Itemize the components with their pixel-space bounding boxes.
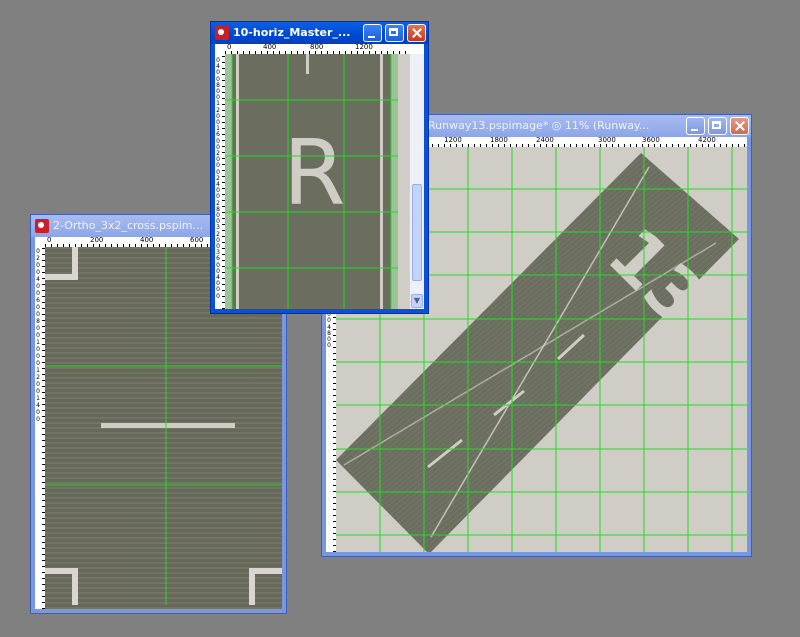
minimize-button[interactable] (686, 117, 705, 135)
ruler-label: 800 (310, 44, 324, 51)
runway-letter-marking: R (283, 121, 346, 226)
close-button[interactable] (730, 117, 749, 135)
minimize-button[interactable] (363, 24, 382, 42)
ruler-label: 400 (140, 237, 154, 244)
scrollbar-thumb[interactable] (412, 184, 422, 281)
maximize-button[interactable] (385, 24, 404, 42)
ruler-label: 0 (47, 237, 52, 244)
minimize-icon (687, 118, 704, 134)
maximize-button[interactable] (708, 117, 727, 135)
master-image: R (225, 54, 398, 309)
ruler-label: 200 (90, 237, 104, 244)
ruler-label: 1800 (490, 137, 508, 144)
ruler-label: 3600 (642, 137, 660, 144)
master-titlebar[interactable]: 10-horiz_Master_... (211, 22, 428, 44)
maximize-icon (386, 25, 403, 41)
ruler-label: 0 (36, 416, 40, 423)
ortho-title: 2-Ortho_3x2_cross.pspim... (53, 219, 203, 232)
ruler-label: 1200 (355, 44, 373, 51)
ruler-label: 0 (227, 44, 232, 51)
paintshop-icon[interactable] (35, 219, 49, 233)
ruler-label: 2400 (536, 137, 554, 144)
ruler-label: 3000 (598, 137, 616, 144)
close-icon (408, 25, 425, 41)
master-client[interactable]: 0 400 800 1200 0400800120016002000240028… (215, 44, 424, 309)
ruler-label: 1200 (444, 137, 462, 144)
master-title: 10-horiz_Master_... (233, 26, 351, 39)
maximize-icon (709, 118, 726, 134)
scroll-down-button[interactable]: ▼ (411, 294, 423, 308)
paintshop-icon[interactable] (215, 26, 229, 40)
ruler-label: 600 (190, 237, 204, 244)
close-button[interactable] (407, 24, 426, 42)
ruler-label: 0 (216, 292, 220, 300)
ruler-label: 400 (263, 44, 277, 51)
close-icon (731, 118, 748, 134)
master-canvas[interactable]: R (225, 54, 410, 309)
runway13-title: r_Runway13.pspimage* ◎ 11% (Runway... (418, 119, 650, 132)
master-window[interactable]: 10-horiz_Master_... 0 400 800 1200 04008… (210, 21, 429, 314)
master-vertical-scrollbar[interactable]: ▼ (409, 54, 424, 309)
ruler-label: 4200 (698, 137, 716, 144)
ruler-label: 0 (327, 342, 331, 350)
minimize-icon (364, 25, 381, 41)
